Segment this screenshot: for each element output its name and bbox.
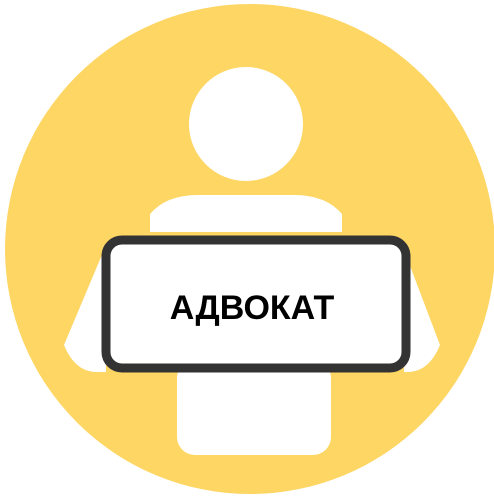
lawyer-icon: АДВОКАТ bbox=[5, 4, 494, 494]
person-torso bbox=[150, 195, 342, 232]
person-legs bbox=[177, 360, 331, 455]
sign-label: АДВОКАТ bbox=[170, 289, 335, 327]
person-head bbox=[189, 67, 303, 181]
